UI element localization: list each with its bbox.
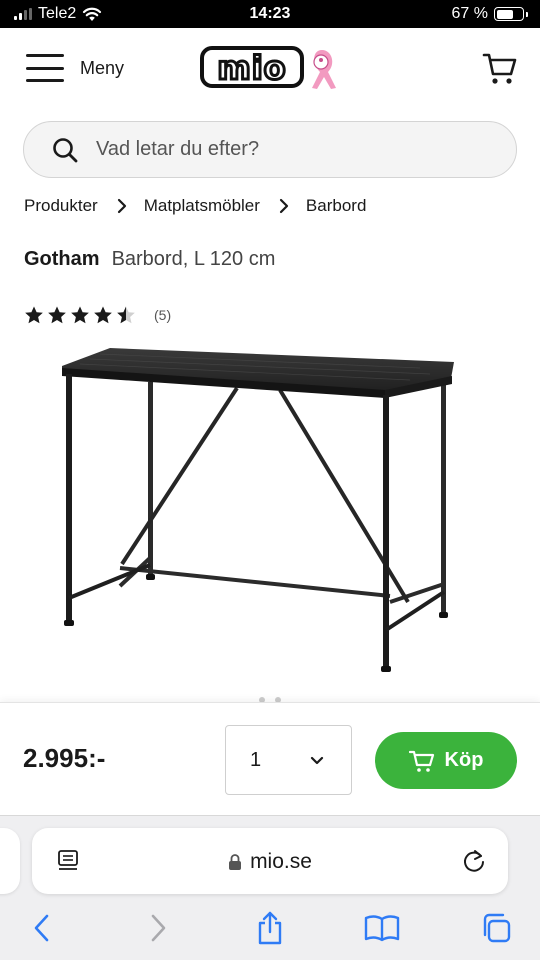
product-brand: Gotham (24, 248, 100, 270)
breadcrumb-item-produkter[interactable]: Produkter (24, 196, 98, 216)
search-input[interactable] (96, 138, 476, 161)
browser-chrome: mio.se (0, 815, 540, 960)
hamburger-icon (26, 54, 64, 82)
mio-logo[interactable]: mio (200, 42, 340, 92)
bookmarks-icon (364, 915, 400, 942)
share-icon (258, 911, 282, 945)
rating-count: (5) (154, 307, 172, 323)
status-bar: Tele2 14:23 67 % (0, 0, 540, 28)
battery-icon (494, 7, 524, 21)
status-right: 67 % (452, 5, 528, 23)
site-header: Meny mio (0, 28, 540, 112)
breadcrumb-item-barbord[interactable]: Barbord (306, 196, 366, 216)
rating-stars (24, 305, 136, 325)
url-display[interactable]: mio.se (32, 850, 508, 874)
star-full-icon (71, 306, 89, 324)
buy-button[interactable]: Köp (375, 732, 517, 789)
product-price: 2.995:- (23, 743, 106, 773)
logo-text: mio (217, 49, 286, 87)
quantity-value: 1 (250, 748, 262, 771)
star-full-icon (94, 306, 112, 324)
buy-bar: 2.995:- 1 Köp (0, 702, 540, 815)
battery-percent: 67 % (451, 5, 488, 22)
pink-ribbon-icon (312, 50, 336, 89)
back-icon (34, 914, 49, 942)
reload-icon[interactable] (460, 847, 488, 875)
forward-icon (151, 914, 166, 942)
menu-button[interactable]: Meny (26, 54, 124, 82)
product-title: Gotham Barbord, L 120 cm (24, 248, 275, 271)
star-half-icon (117, 306, 135, 324)
search-bar[interactable] (23, 121, 517, 178)
breadcrumb-item-matplatsmobler[interactable]: Matplatsmöbler (144, 196, 260, 216)
product-image-bar-table[interactable] (40, 340, 500, 690)
bookmarks-button[interactable] (362, 908, 402, 948)
browser-toolbar (0, 908, 540, 952)
forward-button[interactable] (138, 908, 178, 948)
share-button[interactable] (250, 908, 290, 948)
chevron-right-icon (117, 198, 126, 214)
previous-tab-card[interactable] (0, 828, 20, 894)
back-button[interactable] (22, 908, 62, 948)
product-rating[interactable]: (5) (24, 305, 171, 325)
url-text: mio.se (250, 850, 312, 873)
product-description: Barbord, L 120 cm (111, 248, 276, 270)
cart-icon[interactable] (482, 50, 518, 86)
menu-label: Meny (80, 57, 125, 78)
chevron-right-icon (279, 198, 289, 214)
search-icon (53, 137, 78, 162)
buy-button-label: Köp (444, 749, 484, 771)
star-full-icon (48, 306, 66, 324)
address-bar[interactable]: mio.se (32, 828, 508, 894)
cart-icon (408, 750, 434, 772)
quantity-select[interactable]: 1 (225, 725, 352, 795)
chevron-down-icon (310, 756, 324, 765)
star-full-icon (25, 306, 43, 324)
breadcrumb: Produkter Matplatsmöbler Barbord (24, 196, 366, 216)
lock-icon (229, 854, 242, 870)
tabs-button[interactable] (476, 908, 516, 948)
tabs-icon (483, 913, 511, 943)
